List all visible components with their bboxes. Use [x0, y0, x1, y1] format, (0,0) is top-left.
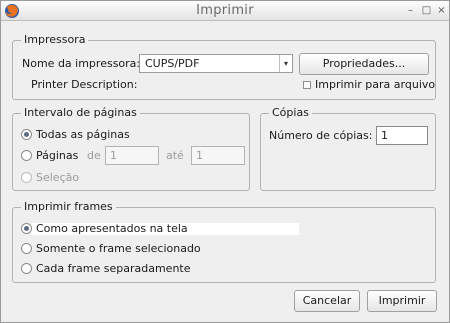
all-pages-radio[interactable]	[21, 129, 32, 140]
minimize-button[interactable]: –	[404, 4, 417, 17]
copies-count-label: Número de cópias:	[269, 129, 373, 142]
printer-name-label: Nome da impressora:	[22, 57, 141, 70]
each-frame-label[interactable]: Cada frame separadamente	[36, 262, 191, 275]
title-bar[interactable]: Imprimir – □ ×	[1, 1, 449, 21]
from-page-input[interactable]: 1	[105, 146, 159, 165]
print-dialog: Imprimir – □ × Impressora Nome da impres…	[0, 0, 450, 323]
pages-radio[interactable]	[21, 150, 32, 161]
copies-legend: Cópias	[269, 106, 312, 119]
selection-label[interactable]: Seleção	[36, 171, 79, 184]
print-to-file-label[interactable]: Imprimir para arquivo	[315, 78, 435, 91]
to-page-input[interactable]: 1	[191, 146, 245, 165]
pages-label[interactable]: Páginas	[36, 149, 78, 162]
print-to-file-checkbox[interactable]	[303, 81, 311, 89]
all-pages-label[interactable]: Todas as páginas	[36, 128, 130, 141]
to-label: até	[166, 149, 184, 162]
printer-group-legend: Impressora	[21, 33, 89, 46]
chevron-down-icon: ▾	[279, 55, 292, 72]
print-frames-legend: Imprimir frames	[21, 200, 116, 213]
copies-group: Cópias	[260, 106, 436, 191]
page-range-legend: Intervalo de páginas	[21, 106, 140, 119]
cancel-button[interactable]: Cancelar	[294, 290, 360, 312]
selected-frame-radio[interactable]	[21, 243, 32, 254]
each-frame-radio[interactable]	[21, 263, 32, 274]
printer-description-label: Printer Description:	[31, 78, 138, 91]
copies-count-input[interactable]: 1	[376, 126, 428, 145]
printer-name-value: CUPS/PDF	[145, 57, 200, 70]
window-title: Imprimir	[196, 3, 254, 18]
printer-name-select[interactable]: CUPS/PDF ▾	[139, 54, 293, 73]
selected-frame-label[interactable]: Somente o frame selecionado	[36, 242, 201, 255]
print-button[interactable]: Imprimir	[367, 290, 437, 312]
selection-radio[interactable]	[21, 172, 32, 183]
properties-button[interactable]: Propriedades...	[299, 53, 429, 75]
as-displayed-radio[interactable]	[21, 223, 32, 234]
maximize-button[interactable]: □	[420, 4, 433, 17]
close-button[interactable]: ×	[435, 4, 448, 17]
from-label: de	[87, 149, 101, 162]
as-displayed-label[interactable]: Como apresentados na tela	[36, 222, 188, 235]
